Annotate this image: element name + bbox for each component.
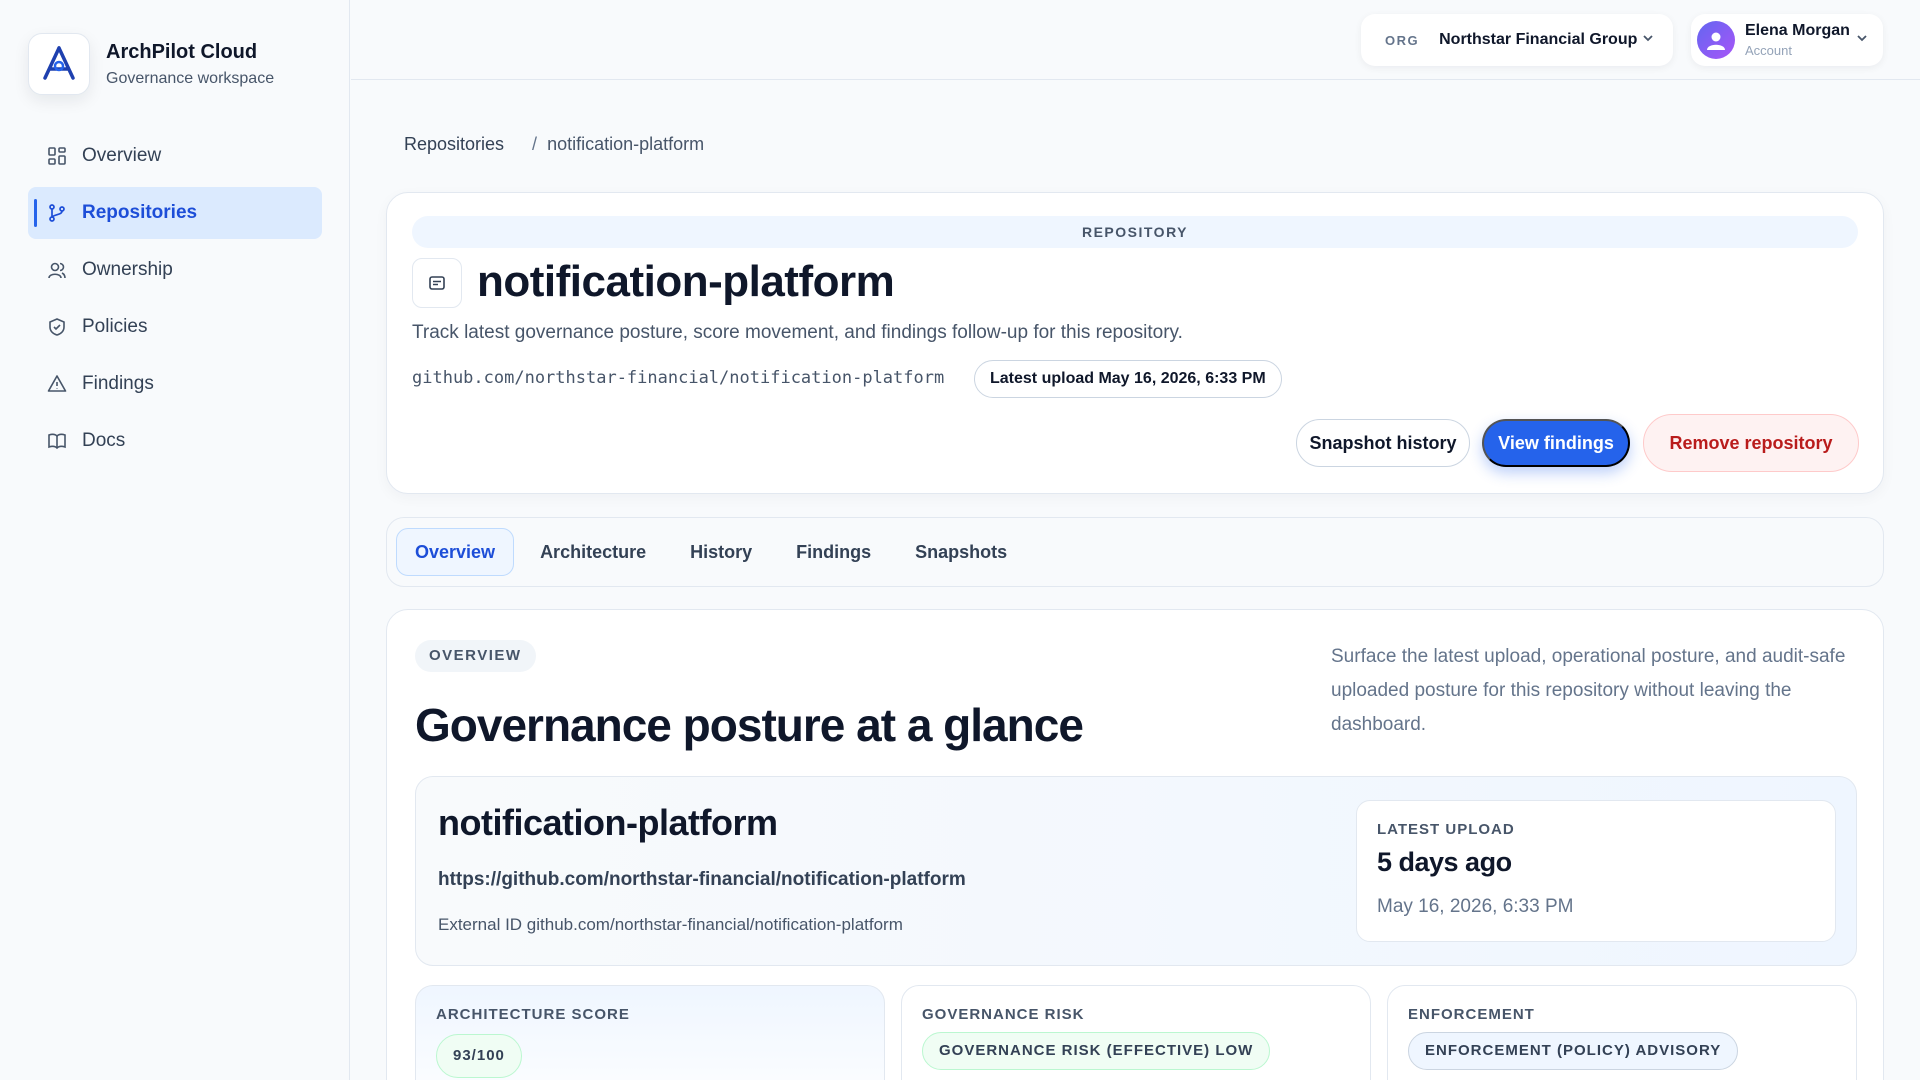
brand[interactable]: ArchPilot Cloud Governance workspace bbox=[28, 33, 274, 95]
sidebar-item-label: Ownership bbox=[82, 259, 173, 280]
detail-repository-name: notification-platform bbox=[438, 802, 778, 843]
governance-risk-card: GOVERNANCE RISK GOVERNANCE RISK (EFFECTI… bbox=[901, 985, 1371, 1080]
latest-upload-label: LATEST UPLOAD bbox=[1377, 821, 1515, 838]
sidebar-item-label: Findings bbox=[82, 373, 154, 394]
repository-kicker: REPOSITORY bbox=[412, 216, 1858, 248]
overview-chip: OVERVIEW bbox=[415, 640, 536, 672]
org-name: Northstar Financial Group bbox=[1439, 31, 1638, 48]
overview-description: Surface the latest upload, operational p… bbox=[1331, 646, 1846, 735]
book-icon bbox=[46, 430, 68, 452]
sidebar-item-label: Repositories bbox=[82, 202, 198, 223]
architecture-score-badge: 93/100 bbox=[436, 1034, 522, 1078]
repository-title: notification-platform bbox=[477, 257, 895, 306]
repository-header-card: REPOSITORY notification-platform Track l… bbox=[386, 192, 1884, 494]
breadcrumb-repositories-link[interactable]: Repositories bbox=[404, 134, 504, 155]
account-name: Elena Morgan bbox=[1745, 22, 1850, 39]
tab-findings[interactable]: Findings bbox=[778, 528, 889, 576]
sidebar-item-ownership[interactable]: Ownership bbox=[28, 244, 322, 296]
view-findings-button[interactable]: View findings bbox=[1482, 419, 1630, 467]
repository-url-link[interactable]: https://github.com/northstar-financial/n… bbox=[438, 869, 966, 891]
sidebar-nav: Overview Repositories Ownership Policies… bbox=[28, 130, 322, 472]
tab-history[interactable]: History bbox=[672, 528, 770, 576]
sidebar-item-findings[interactable]: Findings bbox=[28, 358, 322, 410]
sidebar: ArchPilot Cloud Governance workspace Ove… bbox=[0, 0, 350, 1080]
repository-description: Track latest governance posture, score m… bbox=[412, 322, 1183, 343]
shield-icon bbox=[46, 316, 68, 338]
metric-label: ENFORCEMENT bbox=[1408, 1006, 1535, 1023]
sidebar-item-policies[interactable]: Policies bbox=[28, 301, 322, 353]
snapshot-history-button[interactable]: Snapshot history bbox=[1296, 419, 1470, 467]
sidebar-item-repositories[interactable]: Repositories bbox=[28, 187, 322, 239]
sidebar-item-label: Overview bbox=[82, 145, 162, 166]
account-subtitle: Account bbox=[1745, 43, 1792, 58]
repository-path: github.com/northstar-financial/notificat… bbox=[412, 368, 945, 388]
brand-name: ArchPilot Cloud bbox=[106, 40, 258, 63]
warning-icon bbox=[46, 373, 68, 395]
repository-external-id: External ID github.com/northstar-financi… bbox=[438, 915, 903, 934]
avatar bbox=[1697, 21, 1735, 59]
governance-risk-badge: GOVERNANCE RISK (EFFECTIVE) LOW bbox=[922, 1032, 1271, 1070]
overview-panel: OVERVIEW Governance posture at a glance … bbox=[386, 609, 1884, 1080]
enforcement-badge: ENFORCEMENT (POLICY) ADVISORY bbox=[1408, 1032, 1739, 1070]
latest-upload-relative: 5 days ago bbox=[1377, 847, 1512, 877]
latest-upload-box: LATEST UPLOAD 5 days ago May 16, 2026, 6… bbox=[1356, 800, 1836, 942]
enforcement-card: ENFORCEMENT ENFORCEMENT (POLICY) ADVISOR… bbox=[1387, 985, 1857, 1080]
latest-upload-date: May 16, 2026, 6:33 PM bbox=[1377, 896, 1574, 917]
org-switcher[interactable]: ORG Northstar Financial Group bbox=[1361, 14, 1673, 66]
remove-repository-button[interactable]: Remove repository bbox=[1643, 414, 1859, 472]
breadcrumb-current: notification-platform bbox=[547, 134, 705, 154]
sidebar-item-docs[interactable]: Docs bbox=[28, 415, 322, 467]
overview-title: Governance posture at a glance bbox=[415, 699, 1084, 751]
grid-icon bbox=[46, 145, 68, 167]
sidebar-item-overview[interactable]: Overview bbox=[28, 130, 322, 182]
tab-architecture[interactable]: Architecture bbox=[522, 528, 664, 576]
git-branch-icon bbox=[46, 202, 68, 224]
users-icon bbox=[46, 259, 68, 281]
chevron-down-icon bbox=[1641, 31, 1655, 50]
tab-snapshots[interactable]: Snapshots bbox=[897, 528, 1025, 576]
sidebar-item-label: Policies bbox=[82, 316, 148, 337]
architecture-score-card: ARCHITECTURE SCORE 93/100 bbox=[415, 985, 885, 1080]
brand-subtitle: Governance workspace bbox=[106, 69, 275, 87]
account-menu[interactable]: Elena Morgan Account bbox=[1691, 14, 1883, 66]
tab-overview[interactable]: Overview bbox=[396, 528, 515, 576]
breadcrumb-separator: / bbox=[532, 134, 538, 154]
archpilot-logo-icon bbox=[28, 33, 90, 95]
org-tag: ORG bbox=[1385, 32, 1420, 48]
topbar bbox=[351, 0, 1920, 80]
breadcrumb: Repositories / notification-platform bbox=[404, 134, 704, 155]
latest-upload-chip: Latest upload May 16, 2026, 6:33 PM bbox=[974, 360, 1282, 398]
chevron-down-icon bbox=[1855, 31, 1869, 50]
repository-detail-card: notification-platform https://github.com… bbox=[415, 776, 1857, 966]
repository-tabs: Overview Architecture History Findings S… bbox=[386, 517, 1884, 587]
sidebar-item-label: Docs bbox=[82, 430, 126, 451]
metric-label: GOVERNANCE RISK bbox=[922, 1006, 1085, 1023]
repository-icon bbox=[412, 258, 462, 308]
metric-label: ARCHITECTURE SCORE bbox=[436, 1006, 630, 1023]
